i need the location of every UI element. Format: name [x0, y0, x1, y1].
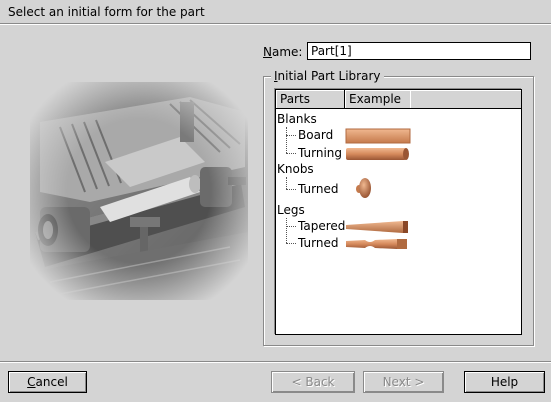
tree-item-tapered[interactable]: Tapered [298, 219, 345, 233]
tapered-leg-example-icon [346, 221, 408, 233]
board-example-icon [345, 128, 411, 144]
tree-group-blanks[interactable]: Blanks [277, 112, 317, 126]
name-input[interactable] [307, 42, 531, 60]
column-header-filler [410, 90, 521, 109]
header-divider-highlight [0, 24, 551, 25]
help-button[interactable]: Help [464, 371, 545, 393]
tree-line [286, 189, 296, 190]
page-title: Select an initial form for the part [8, 5, 205, 19]
part-library-tree[interactable]: Parts Example Blanks Board Turning Knobs… [275, 89, 522, 335]
tree-line [286, 135, 296, 136]
tree-line [286, 218, 287, 243]
knob-example-icon [356, 178, 371, 198]
footer-divider-highlight [0, 362, 551, 363]
back-button[interactable]: < Back [271, 371, 355, 393]
tree-line [286, 177, 287, 189]
tree-group-legs[interactable]: Legs [277, 203, 305, 217]
column-header-parts[interactable]: Parts [276, 90, 345, 109]
tree-line [286, 226, 296, 227]
next-button[interactable]: Next > [363, 371, 444, 393]
tree-line [286, 243, 296, 244]
name-label: Name: [263, 45, 303, 59]
tree-item-knob-turned[interactable]: Turned [298, 182, 338, 196]
turning-example-icon [346, 148, 409, 160]
tree-line [286, 127, 287, 153]
tree-group-knobs[interactable]: Knobs [277, 162, 314, 176]
column-header-example[interactable]: Example [345, 90, 411, 109]
tree-item-leg-turned[interactable]: Turned [298, 236, 338, 250]
group-title: Initial Part Library [271, 69, 384, 83]
cancel-button[interactable]: Cancel [8, 371, 87, 393]
tree-item-turning[interactable]: Turning [298, 146, 342, 160]
turned-leg-example-icon [346, 239, 407, 249]
lathe-photo [30, 82, 248, 300]
tree-item-board[interactable]: Board [298, 128, 333, 142]
tree-line [286, 153, 296, 154]
